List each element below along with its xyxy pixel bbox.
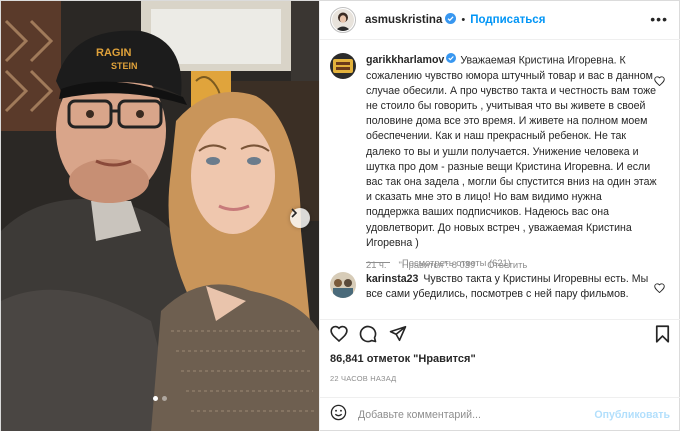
carousel-dot (162, 396, 167, 401)
post-details-panel: asmuskristina • Подписаться ••• garikkha… (319, 1, 680, 431)
comment-body: karinsta23 Чувство такта у Кристины Игор… (366, 272, 658, 302)
post-header: asmuskristina • Подписаться ••• (320, 1, 680, 40)
carousel-indicator (1, 396, 319, 401)
next-slide-button[interactable] (290, 208, 310, 228)
post-action-bar (320, 319, 680, 349)
chevron-right-icon (291, 208, 298, 218)
follow-button[interactable]: Подписаться (470, 14, 545, 26)
view-replies-label: Посмотреть ответы (621) (402, 257, 511, 268)
emoji-button[interactable] (330, 404, 347, 426)
like-comment-heart-icon[interactable] (654, 280, 665, 298)
like-comment-heart-icon[interactable] (654, 73, 665, 91)
svg-text:STEIN: STEIN (111, 61, 138, 71)
publish-button[interactable]: Опубликовать (594, 409, 670, 421)
author-avatar-image (332, 9, 354, 31)
comment-input[interactable] (358, 409, 598, 421)
post-photo[interactable]: RAGIN STEIN (1, 1, 319, 431)
comment-icon (359, 325, 377, 343)
smiley-icon (330, 404, 347, 421)
like-button[interactable] (330, 325, 348, 347)
author-avatar[interactable] (330, 7, 356, 33)
comment-username[interactable]: karinsta23 (366, 273, 418, 285)
commenter-avatar-image (330, 53, 356, 79)
carousel-dot-active (153, 396, 158, 401)
posted-time[interactable]: 22 ЧАСОВ НАЗАД (330, 374, 396, 383)
view-replies-button[interactable]: Посмотреть ответы (621) (366, 257, 511, 268)
verified-badge-icon (446, 53, 457, 68)
comments-list[interactable]: garikkharlamov Уважаемая Кристина Игоревн… (320, 41, 680, 319)
bookmark-icon (655, 325, 670, 343)
comment-button[interactable] (359, 325, 377, 348)
share-button[interactable] (389, 325, 407, 347)
commenter-avatar[interactable] (330, 53, 356, 79)
comment-username[interactable]: garikkharlamov (366, 54, 444, 66)
more-options-button[interactable]: ••• (650, 12, 668, 26)
share-icon (389, 325, 407, 342)
likes-count[interactable]: 86,841 отметок "Нравится" (330, 353, 476, 365)
comment-text: Уважаемая Кристина Игоревна. К сожалению… (366, 54, 657, 249)
heart-icon (330, 325, 348, 343)
post-dialog: RAGIN STEIN asmuskristina • Подписаться … (0, 0, 680, 431)
commenter-avatar-image (330, 272, 356, 298)
photo-illustration: RAGIN STEIN (1, 1, 319, 431)
verified-badge-icon (445, 11, 457, 29)
add-comment-bar: Опубликовать (320, 397, 680, 431)
commenter-avatar[interactable] (330, 272, 356, 298)
comment-body: garikkharlamov Уважаемая Кристина Игоревн… (366, 53, 658, 272)
author-username[interactable]: asmuskristina (365, 14, 442, 26)
svg-text:RAGIN: RAGIN (96, 47, 132, 59)
save-button[interactable] (655, 325, 670, 348)
header-separator: • (461, 14, 466, 26)
